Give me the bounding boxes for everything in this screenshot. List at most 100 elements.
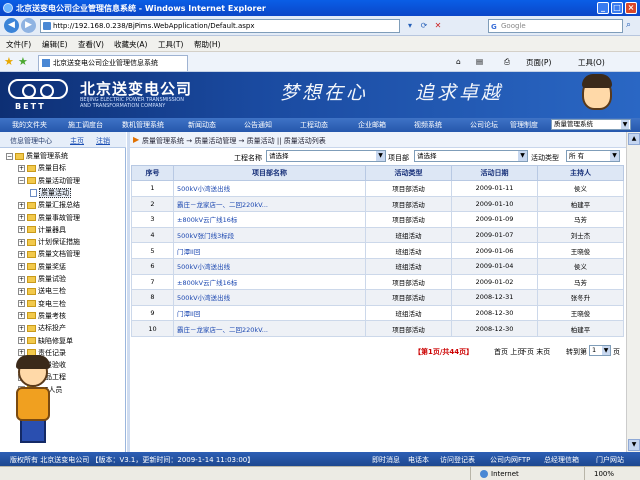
collapse-icon[interactable]: − xyxy=(18,177,25,185)
menu-help[interactable]: 帮助(H) xyxy=(194,39,221,50)
menu-favorites[interactable]: 收藏夹(A) xyxy=(114,39,147,50)
nav-my-folder[interactable]: 我的文件夹 xyxy=(12,120,47,130)
footer-link-im[interactable]: 即时消息 xyxy=(372,455,400,465)
tree-item[interactable]: + 质量考核 xyxy=(18,311,66,321)
vertical-scrollbar[interactable]: ▲ ▼ xyxy=(626,132,640,452)
cell-dept-name[interactable]: ±800kV云广线16标 xyxy=(173,273,366,291)
footer-link-portal[interactable]: 门户网站 xyxy=(596,455,624,465)
feeds-icon[interactable]: ▤ xyxy=(476,57,483,66)
expand-icon[interactable]: + xyxy=(18,164,25,172)
browser-tab[interactable]: 北京送变电公司企业管理信息系统 xyxy=(38,55,188,71)
tree-item[interactable]: + 变电三检 xyxy=(18,299,66,309)
goto-page-select[interactable]: 1 ▼ xyxy=(589,345,611,356)
tree-item[interactable]: + 送电三检 xyxy=(18,286,66,296)
header-activity-date[interactable]: 活动日期 xyxy=(451,165,538,181)
header-index[interactable]: 序号 xyxy=(131,165,174,181)
table-row[interactable]: 2 霸庄－龙家店一、二回220kV... 项目部活动 2009-01-10 柏建平 xyxy=(131,195,624,213)
scroll-up-icon[interactable]: ▲ xyxy=(628,133,640,145)
scroll-down-icon[interactable]: ▼ xyxy=(628,439,640,451)
tree-item[interactable]: + 质量事故管理 xyxy=(18,213,80,223)
table-row[interactable]: 5 门潭II回 班组活动 2009-01-06 王晓俊 xyxy=(131,242,624,259)
tools-menu[interactable]: 工具(O) xyxy=(578,57,605,68)
nav-video[interactable]: 视频系统 xyxy=(414,120,442,130)
nav-projects[interactable]: 工程动态 xyxy=(300,120,328,130)
cell-dept-name[interactable]: ±800kV云广线16标 xyxy=(173,211,366,228)
forward-arrow-icon[interactable]: ▶ xyxy=(21,18,36,33)
type-filter-select[interactable]: 所 有 ▼ xyxy=(566,150,620,162)
table-row[interactable]: 1 500kV小湾送出线 项目部活动 2009-01-11 侯义 xyxy=(131,180,624,197)
cell-dept-name[interactable]: 霸庄－龙家店一、二回220kV... xyxy=(173,195,366,213)
logout-link[interactable]: 注销 xyxy=(96,136,110,146)
home-icon[interactable]: ⌂ xyxy=(456,57,461,66)
cell-dept-name[interactable]: 500kV小湾送出线 xyxy=(173,257,366,275)
nav-machine-system[interactable]: 数机管理系统 xyxy=(122,120,164,130)
expand-icon[interactable]: + xyxy=(18,287,25,295)
favorites-star-icon[interactable]: ★ xyxy=(4,55,14,68)
table-row[interactable]: 10 霸庄－龙家店一、二回220kV... 项目部活动 2008-12-30 柏建平 xyxy=(131,320,624,337)
collapse-icon[interactable]: − xyxy=(6,152,13,160)
print-icon[interactable]: ⎙ xyxy=(504,57,510,67)
add-favorites-icon[interactable]: ★ xyxy=(18,55,28,68)
nav-email[interactable]: 企业邮箱 xyxy=(358,120,386,130)
dropdown-arrow-icon[interactable]: ▾ xyxy=(404,20,416,32)
cell-dept-name[interactable]: 霸庄－龙家店一、二回220kV... xyxy=(173,320,366,337)
home-link[interactable]: 主页 xyxy=(70,136,84,146)
back-arrow-icon[interactable]: ◀ xyxy=(4,18,19,33)
table-row[interactable]: 6 500kV小湾送出线 班组活动 2009-01-04 侯义 xyxy=(131,257,624,275)
tree-item[interactable]: + 质量奖惩 xyxy=(18,262,66,272)
nav-dispatch[interactable]: 施工调度台 xyxy=(68,120,103,130)
cell-dept-name[interactable]: 500kV张门线3标段 xyxy=(173,226,366,244)
project-filter-select[interactable]: 请选择 ▼ xyxy=(266,150,386,162)
nav-notices[interactable]: 公告通知 xyxy=(244,120,272,130)
header-host[interactable]: 主持人 xyxy=(537,165,624,181)
header-dept-name[interactable]: 项目部名称 xyxy=(173,165,366,181)
refresh-icon[interactable]: ⟳ xyxy=(418,20,430,32)
table-row[interactable]: 3 ±800kV云广线16标 项目部活动 2009-01-09 马芳 xyxy=(131,211,624,228)
system-select[interactable]: 质量管理系统 ▼ xyxy=(551,119,631,130)
table-row[interactable]: 8 500kV小湾送出线 项目部活动 2008-12-31 张冬升 xyxy=(131,289,624,306)
footer-link-phonebook[interactable]: 电话本 xyxy=(408,455,429,465)
expand-icon[interactable]: + xyxy=(18,275,25,283)
page-menu[interactable]: 页面(P) xyxy=(526,57,551,68)
dept-filter-select[interactable]: 请选择 ▼ xyxy=(414,150,528,162)
expand-icon[interactable]: + xyxy=(18,324,25,332)
table-row[interactable]: 4 500kV张门线3标段 班组活动 2009-01-07 刘士杰 xyxy=(131,226,624,244)
expand-icon[interactable]: + xyxy=(18,238,25,246)
stop-icon[interactable]: ✕ xyxy=(432,20,444,32)
tree-item[interactable]: + 达标投产 xyxy=(18,323,66,333)
expand-icon[interactable]: + xyxy=(18,263,25,271)
zoom-level[interactable]: 100% xyxy=(594,470,614,478)
cell-dept-name[interactable]: 500kV小湾送出线 xyxy=(173,289,366,306)
minimize-button[interactable]: _ xyxy=(597,2,609,14)
expand-icon[interactable]: + xyxy=(18,337,25,344)
search-input[interactable]: G Google xyxy=(488,19,623,33)
tree-item[interactable]: − 质量活动管理 xyxy=(18,176,80,186)
cell-dept-name[interactable]: 500kV小湾送出线 xyxy=(173,180,366,197)
cell-dept-name[interactable]: 门潭II回 xyxy=(173,304,366,322)
nav-news[interactable]: 新闻动态 xyxy=(188,120,216,130)
tree-item[interactable]: + 计划保证措施 xyxy=(18,237,80,247)
tree-item[interactable]: + 质量汇报总结 xyxy=(18,200,80,210)
cell-dept-name[interactable]: 门潭II回 xyxy=(173,242,366,259)
expand-icon[interactable]: + xyxy=(18,201,25,209)
menu-file[interactable]: 文件(F) xyxy=(6,39,31,50)
menu-tools[interactable]: 工具(T) xyxy=(158,39,183,50)
expand-icon[interactable]: + xyxy=(18,214,25,221)
expand-icon[interactable]: + xyxy=(18,250,25,258)
tree-item[interactable]: − 质量管理系统 xyxy=(6,151,68,161)
tree-item[interactable]: 质量活动 xyxy=(30,187,71,198)
maximize-button[interactable]: □ xyxy=(611,2,623,14)
tree-item[interactable]: + 质量试验 xyxy=(18,274,66,284)
menu-view[interactable]: 查看(V) xyxy=(78,39,104,50)
url-input[interactable]: http://192.168.0.238/BjPims.WebApplicati… xyxy=(40,19,400,33)
table-row[interactable]: 7 ±800kV云广线16标 项目部活动 2009-01-02 马芳 xyxy=(131,273,624,291)
footer-link-ftp[interactable]: 公司内网FTP xyxy=(490,455,530,465)
header-activity-type[interactable]: 活动类型 xyxy=(365,165,452,181)
next-last-links[interactable]: 下页 末页 xyxy=(520,347,550,357)
nav-forum[interactable]: 公司论坛 xyxy=(470,120,498,130)
tree-item[interactable]: + 缺陷修复单 xyxy=(18,336,73,346)
menu-edit[interactable]: 编辑(E) xyxy=(42,39,68,50)
tree-item[interactable]: + 计量器具 xyxy=(18,225,66,235)
close-button[interactable]: × xyxy=(625,2,637,14)
table-row[interactable]: 9 门潭II回 班组活动 2008-12-30 王晓俊 xyxy=(131,304,624,322)
